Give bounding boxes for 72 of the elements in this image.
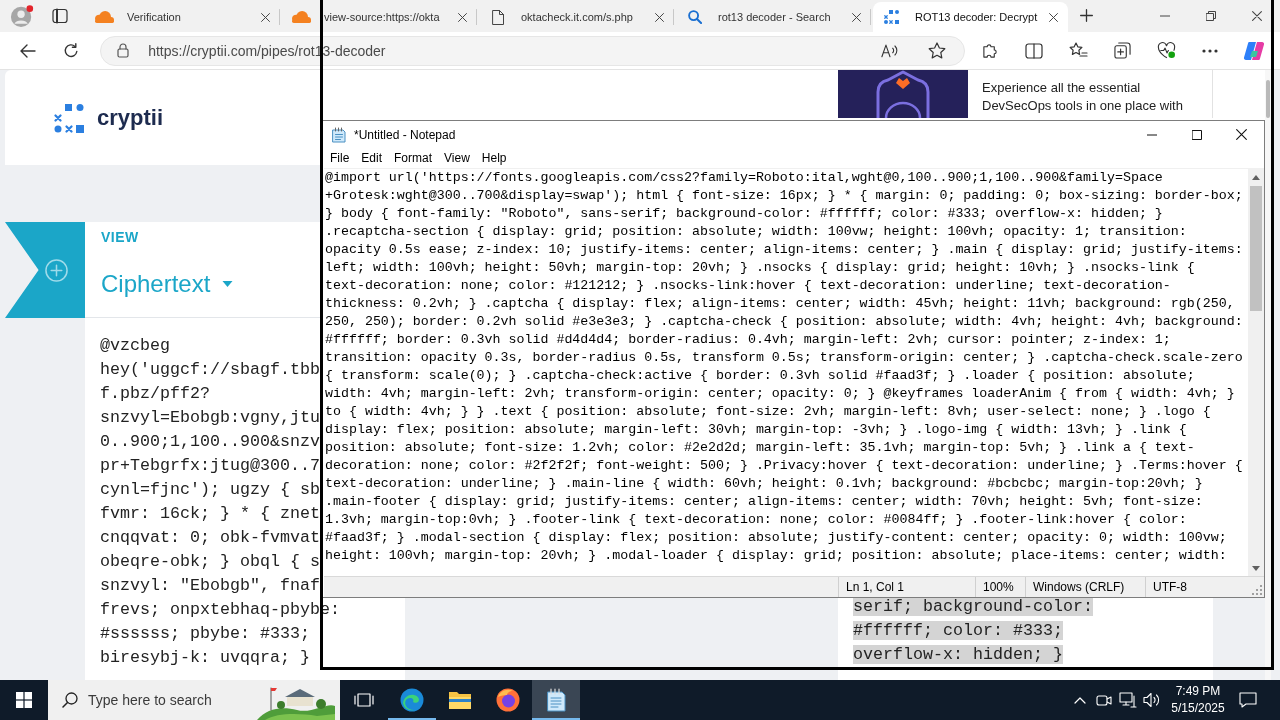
collections-icon (1113, 42, 1131, 59)
avatar-icon (10, 4, 34, 28)
taskbar-button[interactable] (532, 680, 580, 720)
folder-icon (448, 690, 472, 710)
fox-browser-icon (496, 688, 520, 712)
windows-logo-icon (16, 692, 32, 708)
menu-item[interactable]: Help (475, 148, 513, 168)
resize-grip-icon (1252, 585, 1262, 595)
vertical-tabs-icon (52, 8, 68, 24)
lock-icon (117, 43, 129, 58)
plaintext-text: serif; background-color: #ffffff; color: #333; overflow-x: hidden; } (853, 596, 1093, 666)
close-icon (1252, 11, 1262, 21)
monitor-network-icon (1119, 692, 1137, 708)
clock-button[interactable]: 7:49 PM 5/15/2025 (1164, 680, 1232, 720)
notification-icon (1239, 692, 1257, 708)
search-icon (688, 10, 702, 24)
plus-icon (1079, 9, 1093, 22)
page-icon (492, 9, 504, 25)
close-icon (260, 12, 270, 22)
heart-pulse-icon (1156, 42, 1176, 59)
caret-down-icon (222, 281, 234, 287)
status-text: Windows (CRLF) (1025, 577, 1145, 597)
notepad-icon (545, 688, 567, 712)
logo-icon (54, 102, 86, 133)
status-text: UTF-8 (1145, 577, 1245, 597)
search-input[interactable]: Type here to search (88, 692, 238, 708)
view-label: VIEW (101, 229, 139, 245)
scroll-down-icon (1252, 565, 1260, 571)
chevron-up-icon (1074, 696, 1086, 704)
menu-item[interactable]: File (324, 148, 356, 168)
close-icon (1236, 129, 1247, 140)
minimize-icon (1146, 133, 1157, 136)
restore-icon (1206, 11, 1216, 21)
volume-icon (1143, 692, 1161, 708)
maximize-icon (1191, 129, 1202, 140)
search-icon (62, 692, 78, 708)
star-lines-icon (1068, 42, 1088, 59)
close-icon (1048, 12, 1058, 22)
ad-text: Experience all the essential DevSecOps tools in one place with (982, 79, 1183, 115)
camera-icon (1096, 692, 1112, 708)
plus-circle-icon (45, 258, 68, 282)
scroll-up-icon (1252, 174, 1260, 180)
task-view-icon (354, 692, 374, 708)
cloud-icon (291, 11, 311, 23)
menu-item[interactable]: Format (388, 148, 439, 168)
menu-item[interactable]: View (438, 148, 476, 168)
more-icon (1202, 48, 1218, 53)
notepad-icon (331, 126, 347, 143)
back-arrow-icon (20, 43, 36, 58)
scrollbar-thumb[interactable] (1250, 186, 1262, 311)
text-area-field[interactable]: @import url('https://fonts.googleapis.com/css2?family=Roboto:ital,wght@0,100..900;1,100..900&family=Space +Grotesk:wght@300..700&display=swap'); html { font-size: 16px; } * { margin: 0; padding: 0; box-sizing: border-box; } body { font-family: "Roboto", sans-serif; background-color: #ffffff; color: #333; overflow-x: hidden; } .recaptcha-section { display: grid; position: absolute; width: 100vw; height: 100vh; opacity: 1; transition: opacity 0.5s ease; z-index: 10; justify-items: center; align-items: center; } .main { display: grid; justify-items: left; width: 100vh; height: 50vh; margin-top: 20vh; } .nsocks { display: grid; height: 10vh; } .nsocks-link { text-decoration: none; color: #121212; } .nsocks-link:hover { text-decoration: underline; text-decoration- thickness: 0.2vh; } .captcha { display: flex; align-items: center; width: 45vh; height: 11vh; background: rgb(250, 250, 250); border: 0.2vh solid #e3e3e3; } .captcha-check { position: absolute; width: 4vh; height: 4vh; background: #ffffff; border: 0.3vh solid #d4d4d4; border-radius: 0.4vh; margin-left: 2vh; cursor: pointer; z-index: 1; transition: opacity 0.3s, border-radius 0.5s, transform 0.5s; transform-origin: center; } .captcha-check.scale-zero { transform: scale(0); } .captcha-check:active { border: 0.3vh solid #faad3f; } .loader { position: absolute; width: 4vh; margin-left: 2vh; transform-origin: center; opacity: 0; } @keyframes loaderAnim { from { width: 4vh; } to { width: 4vh; } } .text { position: absolute; font-size: 2vh; margin-left: 8vh; user-select: none; } .logo { display: flex; position: absolute; margin-left: 30vh; margin-top: -3vh; } .logo-img { width: 13vh; } .link { position: absolute; font-size: 1.2vh; color: #2e2d2d; margin-left: 35.1vh; margin-top: 5vh; } .link a { text- decoration: none; color: #2f2f2f; font-weight: 500; } .Privacy:hover { text-decoration: underline; } .Terms:hover { text-decoration: underline; } .main-line { width: 60vh; height: 0.1vh; background: #bcbcbc; margin-top:20vh; } .main-footer { display: grid; justify-items: center; align-items: center; width: 70vh; height: 5vh; font-size: 1.3vh; margin-top:0vh; } .footer-link { text-decoration: none; color: #0084ff; } .footer-link:hover { color: #faad3f; } .modal-section { display: flex; position: absolute; justify-content: center; opacity: 0; width: 100vw; height: 100vh; margin-top: 20vh; } .modal-loader { display: grid; position: absolute; place-items: center; width: (324, 169, 1248, 576)
read-aloud-icon (880, 43, 899, 58)
logo-text[interactable]: cryptii (97, 104, 164, 131)
refresh-icon (63, 42, 79, 59)
cloud-icon (94, 11, 114, 23)
close-icon (457, 12, 467, 22)
ad-banner[interactable]: Experience all the essential DevSecOps tools in one place with (838, 70, 1213, 118)
wave-browser-icon (400, 688, 424, 712)
window-title: *Untitled - Notepad (354, 127, 456, 142)
dots-logo-icon (884, 10, 900, 24)
minimize-icon (1160, 15, 1170, 17)
status-text: 100% (975, 577, 1025, 597)
scrollbar-thumb[interactable] (1266, 80, 1270, 118)
close-icon (851, 12, 861, 22)
puzzle-icon (981, 42, 999, 59)
split-screen-icon (1025, 42, 1043, 59)
close-icon (654, 12, 664, 22)
colorful-logo-icon (1243, 40, 1265, 61)
status-text: Ln 1, Col 1 (838, 577, 975, 597)
menu-item[interactable]: Edit (355, 148, 389, 168)
browser-tab[interactable]: ROT13 decoder: Decrypt (873, 2, 1068, 32)
star-icon (928, 42, 946, 59)
